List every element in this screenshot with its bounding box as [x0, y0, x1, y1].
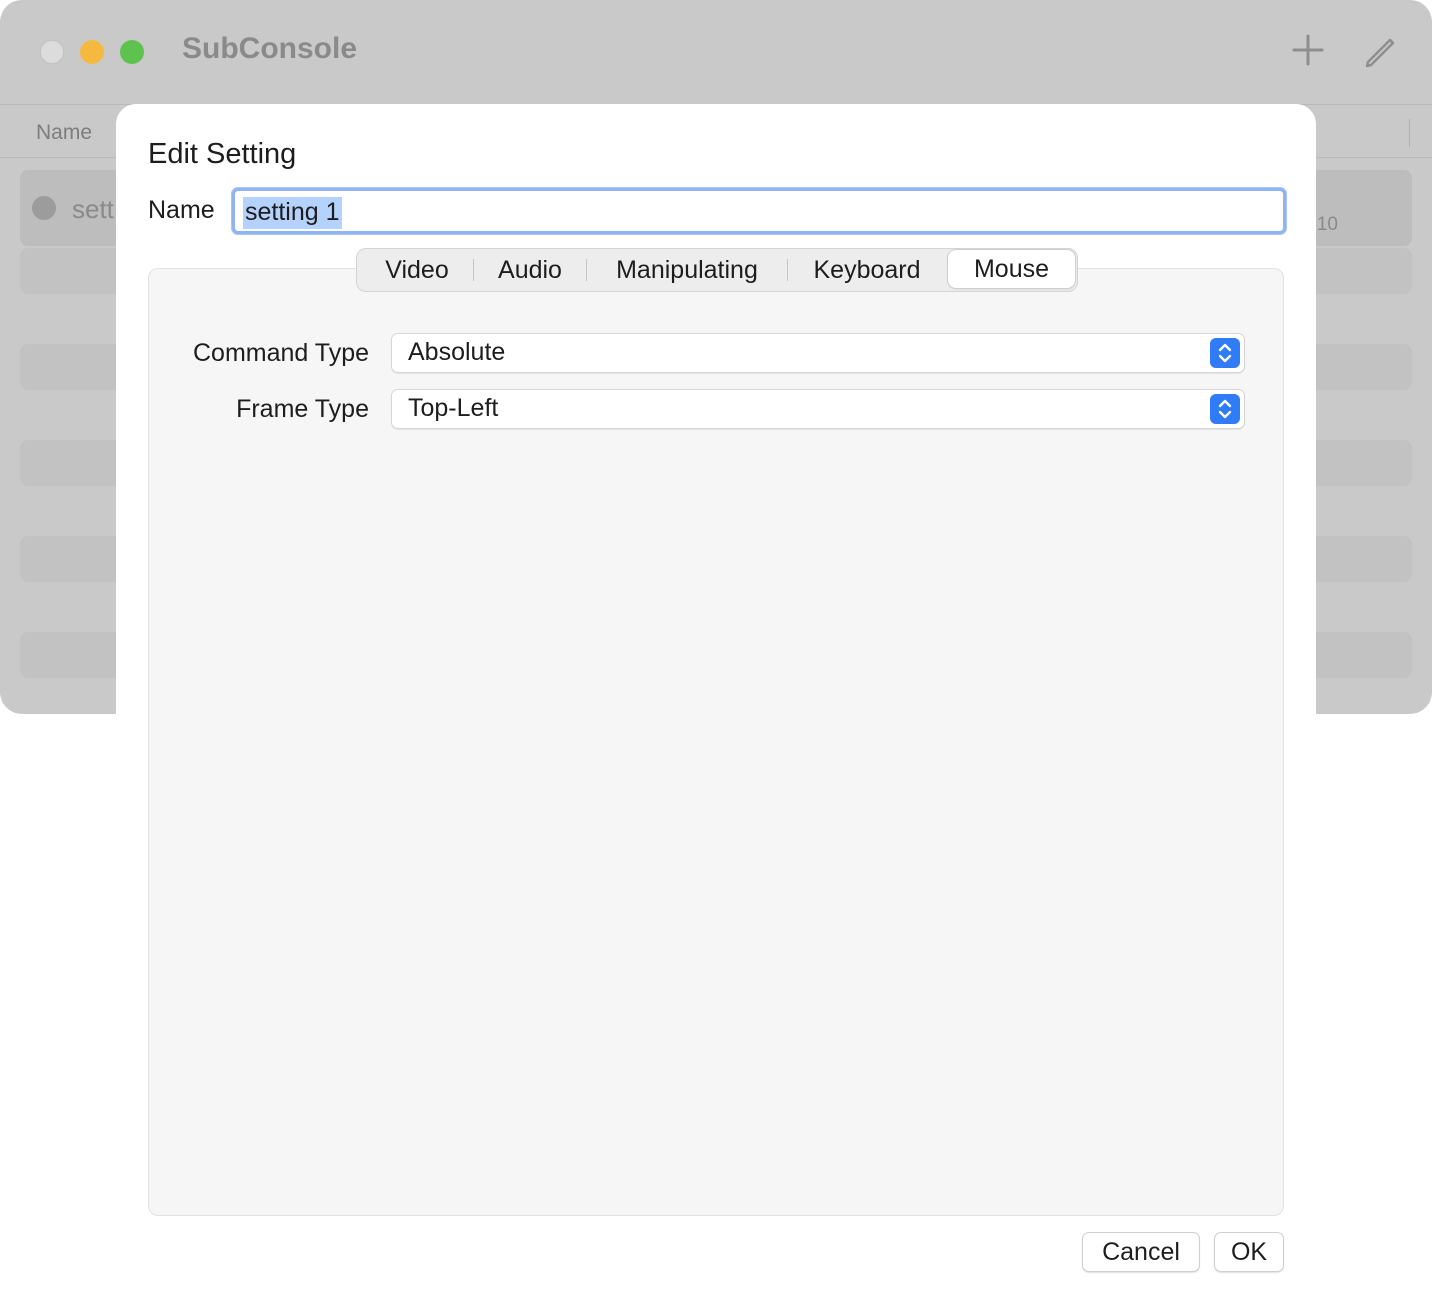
app-title: SubConsole: [182, 32, 358, 65]
chevron-up-down-icon: [1210, 338, 1240, 368]
tab-manipulating[interactable]: Manipulating: [587, 249, 787, 291]
tab-content-panel: Command Type Absolute Frame Type Top-Lef…: [148, 268, 1284, 1216]
name-input-value[interactable]: setting 1: [243, 197, 342, 229]
row-value: 10: [1316, 214, 1338, 235]
column-divider: [1409, 119, 1410, 147]
ok-button[interactable]: OK: [1214, 1232, 1284, 1272]
plus-icon[interactable]: [1288, 30, 1328, 70]
edit-setting-sheet: Edit Setting Name setting 1 Command Type…: [116, 104, 1316, 1304]
tab-keyboard[interactable]: Keyboard: [788, 249, 946, 291]
tab-video[interactable]: Video: [361, 249, 473, 291]
frame-type-label: Frame Type: [236, 395, 369, 423]
status-dot-icon: [32, 196, 56, 220]
name-label: Name: [148, 196, 215, 224]
command-type-value: Absolute: [408, 338, 506, 366]
name-input[interactable]: setting 1: [232, 188, 1286, 234]
frame-type-popup[interactable]: Top-Left: [391, 389, 1245, 429]
command-type-label: Command Type: [192, 339, 369, 367]
chevron-up-down-icon: [1210, 394, 1240, 424]
frame-type-value: Top-Left: [408, 394, 499, 422]
tab-bar: Video Audio Manipulating Keyboard Mouse: [356, 248, 1078, 292]
minimize-window-button[interactable]: [80, 40, 104, 64]
tab-audio[interactable]: Audio: [474, 249, 586, 291]
edit-pencil-icon[interactable]: [1360, 30, 1400, 70]
command-type-popup[interactable]: Absolute: [391, 333, 1245, 373]
title-bar: SubConsole: [0, 0, 1432, 104]
column-header-name[interactable]: Name: [36, 121, 92, 145]
row-name: sett: [72, 194, 114, 224]
close-window-button[interactable]: [40, 40, 64, 64]
tab-mouse[interactable]: Mouse: [948, 250, 1075, 288]
sheet-title: Edit Setting: [148, 138, 297, 170]
zoom-window-button[interactable]: [120, 40, 144, 64]
cancel-button[interactable]: Cancel: [1082, 1232, 1200, 1272]
